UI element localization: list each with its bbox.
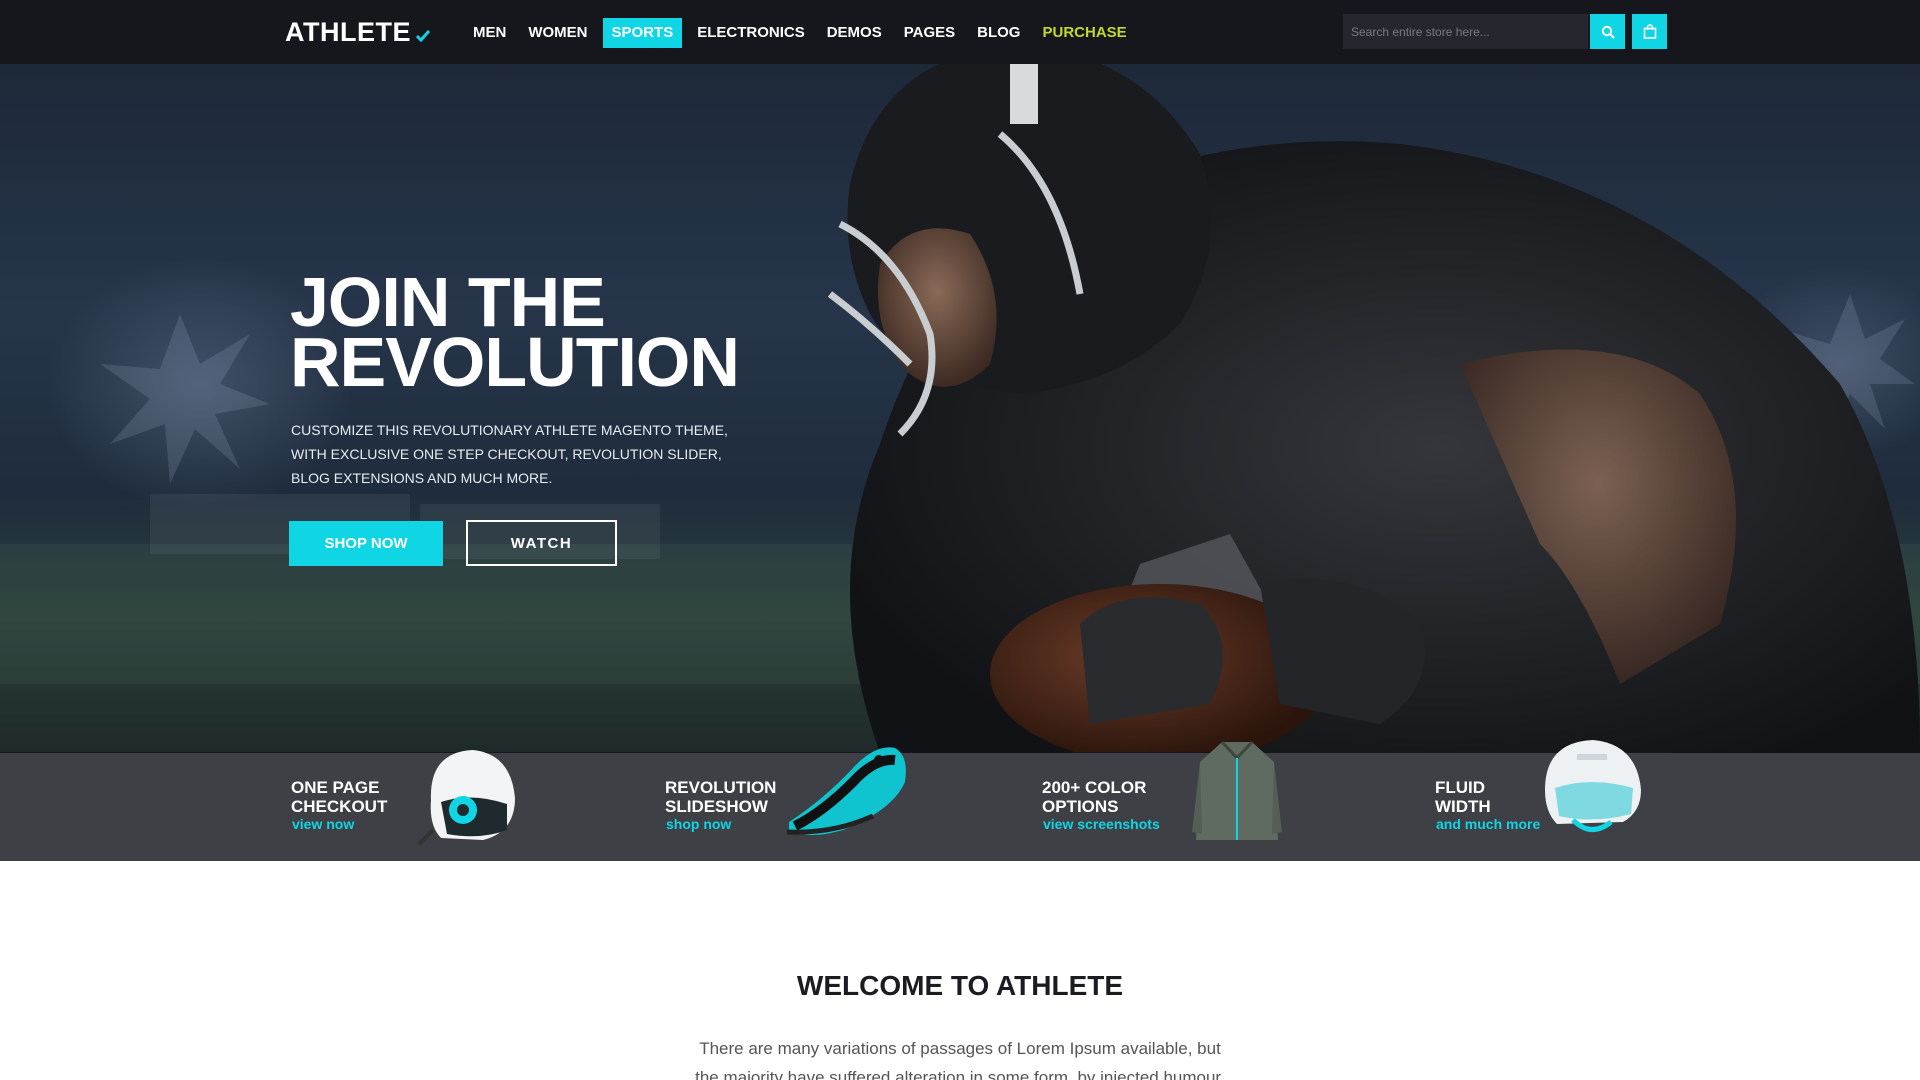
search-input[interactable] bbox=[1343, 14, 1588, 49]
view-screenshots-link[interactable]: view screenshots bbox=[1043, 816, 1160, 832]
checkmark-icon bbox=[416, 29, 430, 42]
feature-title: 200+ COLOR OPTIONS bbox=[1042, 778, 1146, 816]
feature-title-line1: FLUID bbox=[1435, 778, 1486, 797]
running-shoe-icon bbox=[786, 747, 906, 835]
nav-item-pages[interactable]: PAGES bbox=[893, 18, 966, 48]
feature-title: ONE PAGE CHECKOUT bbox=[291, 778, 387, 816]
cart-button[interactable] bbox=[1632, 14, 1667, 49]
and-much-more-link[interactable]: and much more bbox=[1436, 816, 1540, 832]
jacket-icon bbox=[1192, 740, 1282, 840]
feature-revolution-slideshow[interactable]: REVOLUTION SLIDESHOW shop now bbox=[665, 747, 935, 861]
hero-title-line2: REVOLUTION bbox=[290, 323, 740, 401]
watch-button[interactable]: WATCH bbox=[466, 520, 617, 566]
feature-strip: ONE PAGE CHECKOUT view now REVOLUTION SL… bbox=[0, 740, 1920, 861]
feature-title-line1: REVOLUTION bbox=[665, 778, 777, 797]
football-player-image bbox=[827, 64, 1920, 753]
feature-one-page-checkout[interactable]: ONE PAGE CHECKOUT view now bbox=[291, 750, 551, 861]
logo-text: ATHLETE bbox=[285, 17, 411, 47]
nav-item-men[interactable]: MEN bbox=[462, 18, 517, 48]
hero-desc-line2: WITH EXCLUSIVE ONE STEP CHECKOUT, REVOLU… bbox=[291, 446, 722, 462]
search-icon bbox=[1601, 25, 1615, 39]
nav-item-women[interactable]: WOMEN bbox=[517, 18, 598, 48]
hero-desc-line3: BLOG EXTENSIONS AND MUCH MORE. bbox=[291, 470, 553, 486]
feature-color-options[interactable]: 200+ COLOR OPTIONS view screenshots bbox=[1042, 740, 1302, 861]
ski-helmet-icon bbox=[417, 750, 515, 846]
nav-item-sports[interactable]: SPORTS bbox=[602, 18, 683, 48]
welcome-paragraph: There are many variations of passages of… bbox=[660, 1034, 1260, 1080]
feature-title-line2: WIDTH bbox=[1435, 797, 1491, 816]
feature-title: REVOLUTION SLIDESHOW bbox=[665, 778, 776, 816]
nav-item-electronics[interactable]: ELECTRONICS bbox=[686, 18, 816, 48]
feature-title-line1: ONE PAGE bbox=[291, 778, 380, 797]
feature-title-line1: 200+ COLOR bbox=[1042, 778, 1147, 797]
shop-now-button[interactable]: SHOP NOW bbox=[289, 521, 443, 566]
feature-title: FLUID WIDTH bbox=[1435, 778, 1491, 816]
feature-title-line2: SLIDESHOW bbox=[665, 797, 768, 816]
view-now-link[interactable]: view now bbox=[292, 816, 354, 832]
feature-title-line2: OPTIONS bbox=[1042, 797, 1119, 816]
search-button[interactable] bbox=[1590, 14, 1625, 49]
hero-banner: JOIN THE REVOLUTION CUSTOMIZE THIS REVOL… bbox=[0, 64, 1920, 753]
nav-item-blog[interactable]: BLOG bbox=[966, 18, 1031, 48]
feature-title-line2: CHECKOUT bbox=[291, 797, 388, 816]
welcome-text-line2: the majority have suffered alteration in… bbox=[695, 1068, 1225, 1080]
hero-description: CUSTOMIZE THIS REVOLUTIONARY ATHLETE MAG… bbox=[291, 418, 751, 490]
shop-now-link[interactable]: shop now bbox=[666, 816, 731, 832]
shopping-bag-icon bbox=[1643, 24, 1656, 39]
welcome-heading: WELCOME TO ATHLETE bbox=[796, 970, 1124, 1001]
top-navigation-bar: ATHLETE MEN WOMEN SPORTS ELECTRONICS DEM… bbox=[0, 0, 1920, 64]
hero-desc-line1: CUSTOMIZE THIS REVOLUTIONARY ATHLETE MAG… bbox=[291, 422, 728, 438]
welcome-text-line1: There are many variations of passages of… bbox=[699, 1039, 1221, 1058]
helmet-icon bbox=[1545, 740, 1641, 832]
site-logo[interactable]: ATHLETE bbox=[285, 17, 430, 48]
hero-title: JOIN THE REVOLUTION bbox=[290, 267, 740, 401]
feature-fluid-width[interactable]: FLUID WIDTH and much more bbox=[1435, 740, 1705, 861]
nav-item-purchase[interactable]: PURCHASE bbox=[1031, 18, 1137, 48]
main-navigation: MEN WOMEN SPORTS ELECTRONICS DEMOS PAGES… bbox=[462, 18, 1138, 48]
nav-item-demos[interactable]: DEMOS bbox=[816, 18, 893, 48]
